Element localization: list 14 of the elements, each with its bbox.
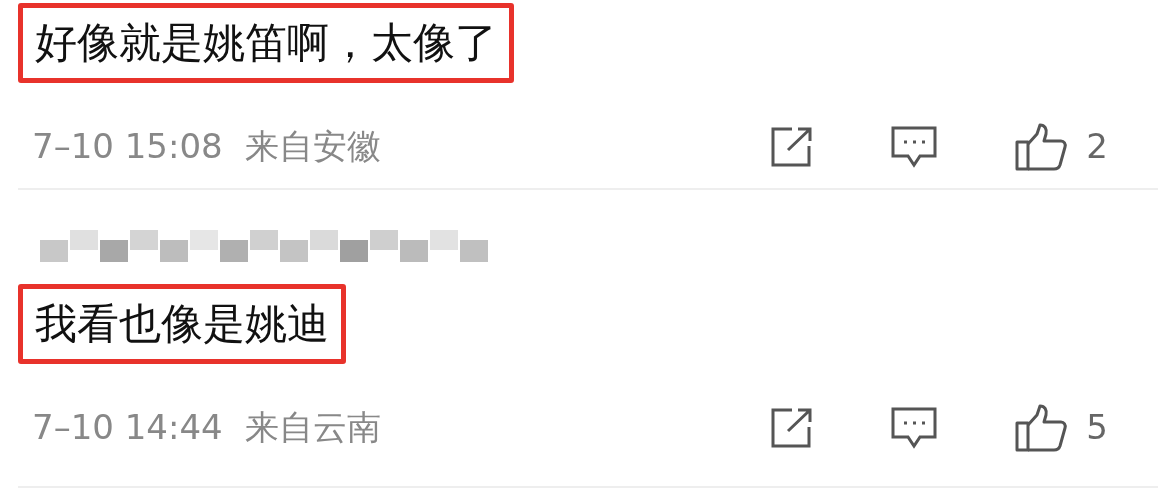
comment-icon[interactable] xyxy=(890,405,939,450)
comment-location: 来自云南 xyxy=(244,406,381,449)
share-icon[interactable] xyxy=(770,406,815,449)
comment-time: 7–10 15:08 xyxy=(32,125,223,168)
share-icon[interactable] xyxy=(770,125,815,168)
comment-time: 7–10 14:44 xyxy=(32,406,223,449)
like-count: 5 xyxy=(1086,406,1108,449)
thumbs-up-icon[interactable] xyxy=(1014,402,1069,453)
comment-location: 来自安徽 xyxy=(244,125,381,168)
like-count: 2 xyxy=(1086,125,1108,168)
comment-text: 我看也像是姚迪 xyxy=(18,284,346,364)
comment-text: 好像就是姚笛啊，太像了 xyxy=(18,3,514,83)
thumbs-up-icon[interactable] xyxy=(1014,121,1069,172)
comment-icon[interactable] xyxy=(890,124,939,169)
